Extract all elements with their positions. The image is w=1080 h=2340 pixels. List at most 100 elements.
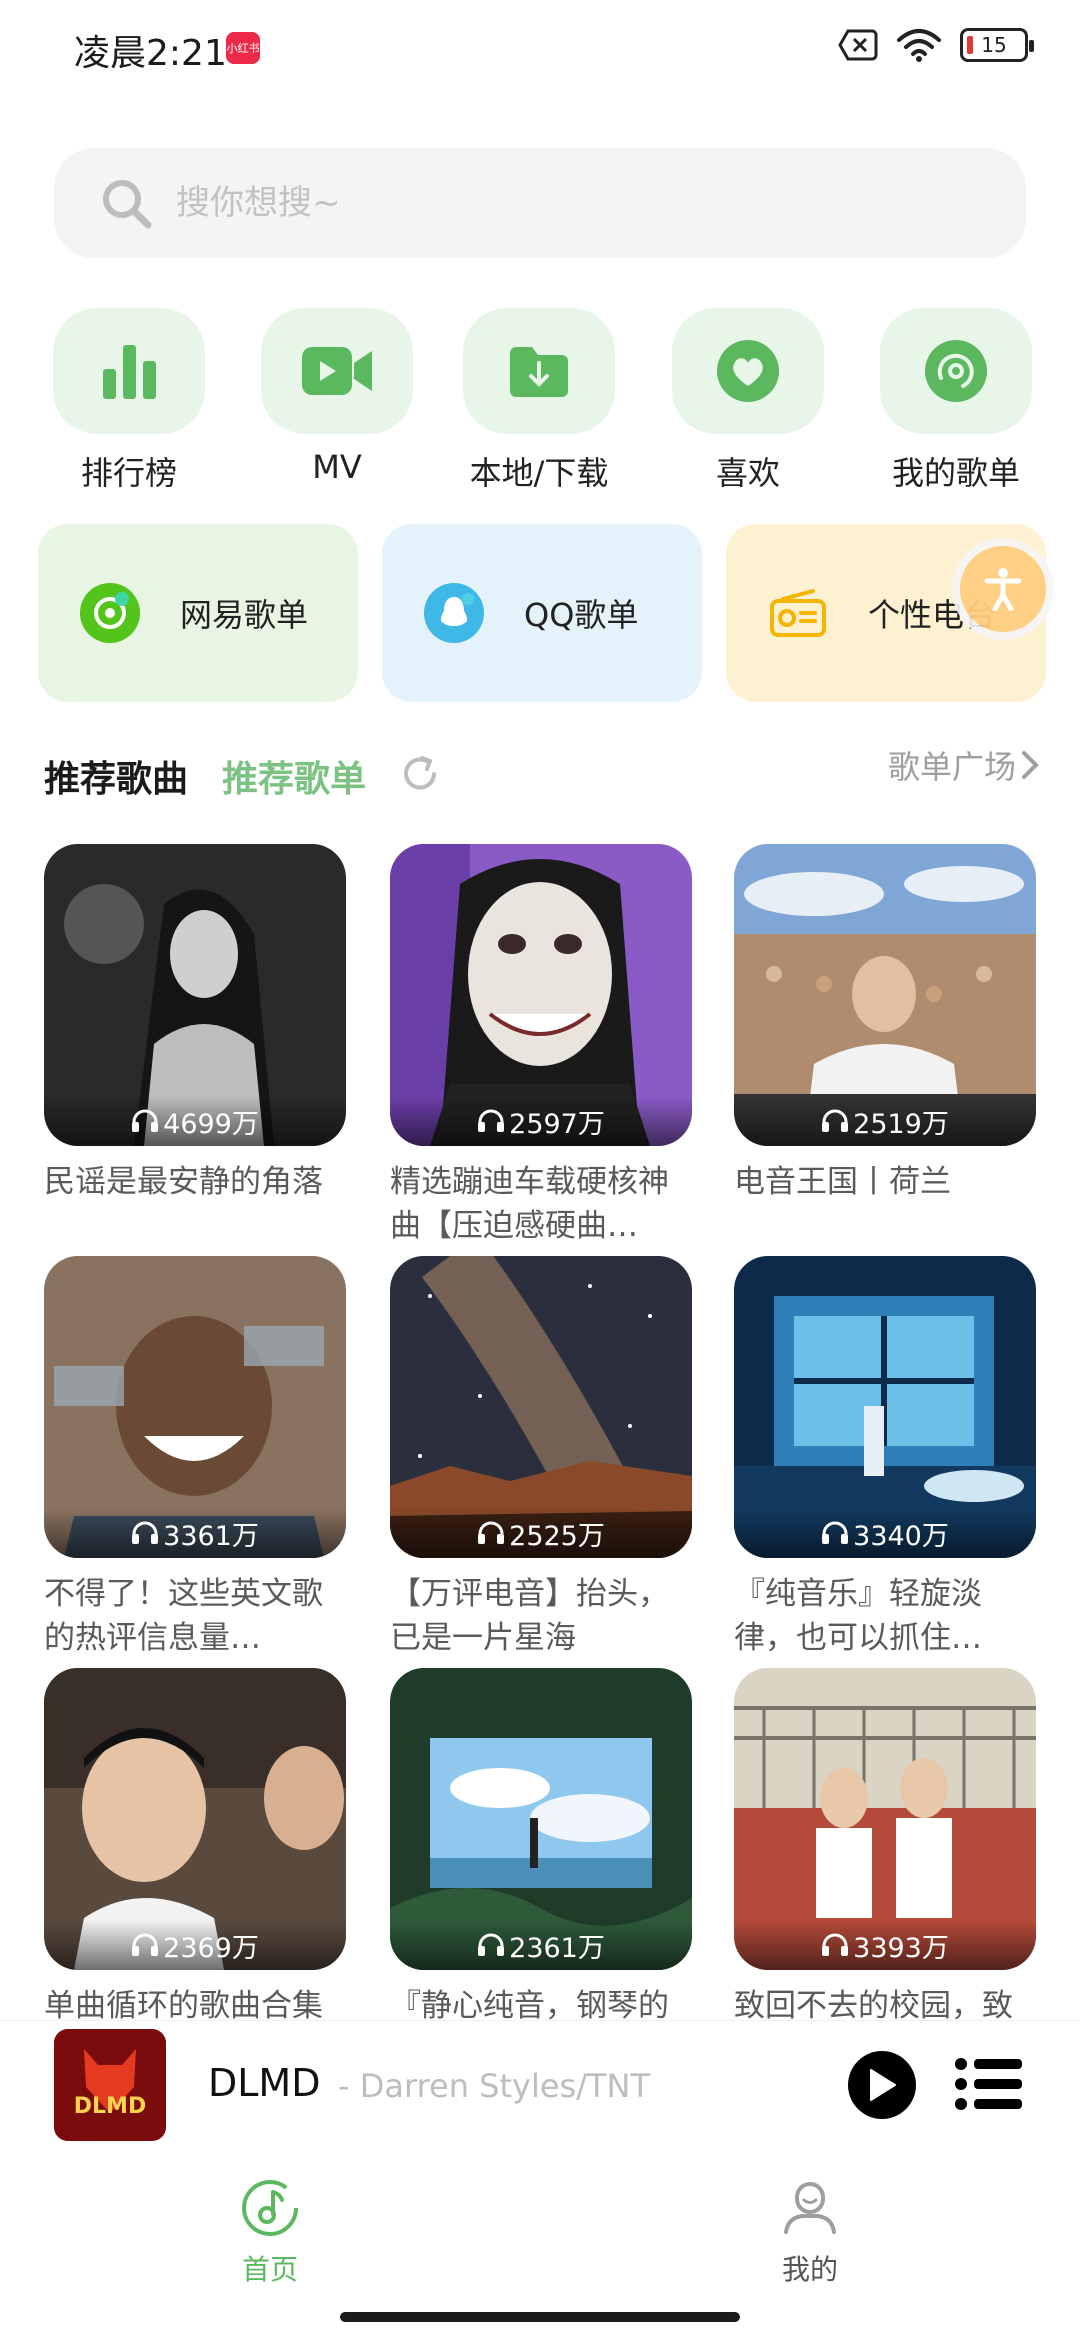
playlist-cover[interactable]: 4699万: [44, 844, 346, 1146]
source-card-label: QQ歌单: [524, 596, 639, 634]
accessibility-icon: [984, 568, 1022, 611]
play-count: 2519万: [734, 1096, 1036, 1146]
playlist-card[interactable]: 3393万 致回不去的校园，致: [734, 1668, 1036, 2028]
playlist-cover[interactable]: 3393万: [734, 1668, 1036, 1970]
playlist-card[interactable]: 2597万 精选蹦迪车载硬核神曲【压迫感硬曲…: [390, 844, 692, 1248]
battery-level: 15: [981, 33, 1007, 57]
source-card-qq[interactable]: QQ歌单: [382, 524, 702, 702]
playlist-cover[interactable]: 2519万: [734, 844, 1036, 1146]
heart-icon: [717, 340, 779, 402]
playlist-card[interactable]: 2525万 【万评电音】抬头，已是一片星海: [390, 1256, 692, 1660]
recommend-header: 推荐歌曲 推荐歌单 歌单广场: [44, 740, 1044, 812]
playlist-square-link[interactable]: 歌单广场: [888, 742, 1044, 788]
tab-recommended-songs[interactable]: 推荐歌曲: [44, 750, 188, 802]
source-card-netease[interactable]: 网易歌单: [38, 524, 358, 702]
wifi-icon: [897, 29, 941, 62]
search-bar[interactable]: [54, 148, 1026, 258]
play-count: 4699万: [44, 1096, 346, 1146]
netease-icon: [80, 583, 140, 643]
mini-player[interactable]: DLMD DLMD - Darren Styles/TNT: [0, 2020, 1080, 2160]
status-icons: 15: [838, 28, 1034, 62]
quick-nav-favorites[interactable]: 喜欢: [668, 308, 828, 494]
quick-nav-label: 喜欢: [715, 454, 780, 492]
tab-recommended-playlists[interactable]: 推荐歌单: [222, 750, 366, 802]
user-icon: [784, 2182, 836, 2234]
playlist-cover[interactable]: 2361万: [390, 1668, 692, 1970]
playlist-card[interactable]: 4699万 民谣是最安静的角落: [44, 844, 346, 1204]
headphones-icon: [822, 1933, 849, 1956]
battery-icon: 15: [960, 28, 1034, 62]
quick-nav-label: 排行榜: [80, 454, 177, 492]
play-count: 3393万: [734, 1920, 1036, 1970]
quick-nav: 排行榜 MV 本地/下载 喜欢 我的歌单: [0, 308, 1080, 492]
playlist-queue-icon[interactable]: [954, 2057, 1024, 2111]
playlist-card[interactable]: 2369万 单曲循环的歌曲合集: [44, 1668, 346, 2028]
play-count: 2597万: [390, 1096, 692, 1146]
disc-icon: [925, 340, 987, 402]
chart-bars-icon: [103, 345, 156, 399]
headphones-icon: [132, 1933, 159, 1956]
qq-icon: [424, 583, 484, 643]
quick-nav-label: 我的歌单: [891, 454, 1020, 492]
headphones-icon: [478, 1109, 505, 1132]
bottom-nav: 首页 我的: [0, 2162, 1080, 2302]
playlist-cover[interactable]: 2525万: [390, 1256, 692, 1558]
radio-icon: [768, 583, 828, 643]
playlist-card[interactable]: 3340万 『纯音乐』轻旋淡律，也可以抓住…: [734, 1256, 1036, 1660]
no-sim-icon: [838, 29, 878, 61]
playlist-title: 『纯音乐』轻旋淡律，也可以抓住…: [734, 1576, 982, 1656]
now-playing-cover[interactable]: DLMD: [54, 2029, 166, 2141]
video-camera-icon: [302, 347, 372, 395]
quick-nav-label: 本地/下载: [469, 454, 609, 492]
home-indicator[interactable]: [340, 2312, 740, 2322]
playlist-title: 【万评电音】抬头，已是一片星海: [390, 1576, 669, 1656]
refresh-icon[interactable]: [398, 752, 442, 796]
headphones-icon: [132, 1521, 159, 1544]
headphones-icon: [132, 1109, 159, 1132]
playlist-card[interactable]: 3361万 不得了！这些英文歌的热评信息量…: [44, 1256, 346, 1660]
nav-mine[interactable]: 我的: [730, 2178, 890, 2288]
play-count: 2369万: [44, 1920, 346, 1970]
cover-text: DLMD: [74, 2094, 146, 2119]
headphones-icon: [822, 1109, 849, 1132]
folder-download-icon: [510, 347, 568, 397]
play-button[interactable]: [848, 2051, 916, 2119]
quick-nav-label: MV: [312, 448, 362, 486]
playlist-cover[interactable]: 2369万: [44, 1668, 346, 1970]
quick-nav-my-playlists[interactable]: 我的歌单: [876, 308, 1036, 494]
quick-nav-ranking[interactable]: 排行榜: [49, 308, 209, 494]
now-playing-artist: - Darren Styles/TNT: [338, 2067, 651, 2105]
play-count: 3361万: [44, 1508, 346, 1558]
playlist-cover[interactable]: 3340万: [734, 1256, 1036, 1558]
search-icon: [103, 180, 152, 229]
playlist-card[interactable]: 2361万 『静心纯音，钢琴的: [390, 1668, 692, 2028]
playlist-cover[interactable]: 3361万: [44, 1256, 346, 1558]
playlist-title: 电音王国丨荷兰: [734, 1164, 951, 1200]
xiaohongshu-notification-icon: 小红书: [226, 32, 260, 64]
quick-nav-mv[interactable]: MV: [257, 308, 417, 486]
play-count: 2525万: [390, 1508, 692, 1558]
source-card-label: 网易歌单: [180, 596, 309, 634]
playlist-square-label: 歌单广场: [887, 748, 1016, 786]
playlist-title: 精选蹦迪车载硬核神曲【压迫感硬曲…: [390, 1164, 669, 1244]
headphones-icon: [478, 1933, 505, 1956]
search-input[interactable]: [176, 183, 876, 223]
playlist-title: 民谣是最安静的角落: [44, 1164, 323, 1200]
quick-nav-local-download[interactable]: 本地/下载: [459, 308, 619, 494]
nav-mine-label: 我的: [781, 2253, 838, 2286]
accessibility-float-button[interactable]: [960, 546, 1046, 632]
now-playing-title: DLMD: [208, 2061, 321, 2105]
playlist-cover[interactable]: 2597万: [390, 844, 692, 1146]
nav-home-label: 首页: [241, 2253, 298, 2286]
headphones-icon: [822, 1521, 849, 1544]
playlist-title: 不得了！这些英文歌的热评信息量…: [44, 1576, 323, 1656]
music-disc-icon: [242, 2180, 298, 2236]
nav-home[interactable]: 首页: [190, 2178, 350, 2288]
play-icon: [870, 2069, 896, 2101]
play-count: 2361万: [390, 1920, 692, 1970]
play-count: 3340万: [734, 1508, 1036, 1558]
status-bar: 凌晨2:21 小红书 15: [0, 0, 1080, 100]
status-time: 凌晨2:21: [74, 33, 227, 74]
playlist-card[interactable]: 2519万 电音王国丨荷兰: [734, 844, 1036, 1204]
chevron-right-icon: [1022, 751, 1039, 779]
